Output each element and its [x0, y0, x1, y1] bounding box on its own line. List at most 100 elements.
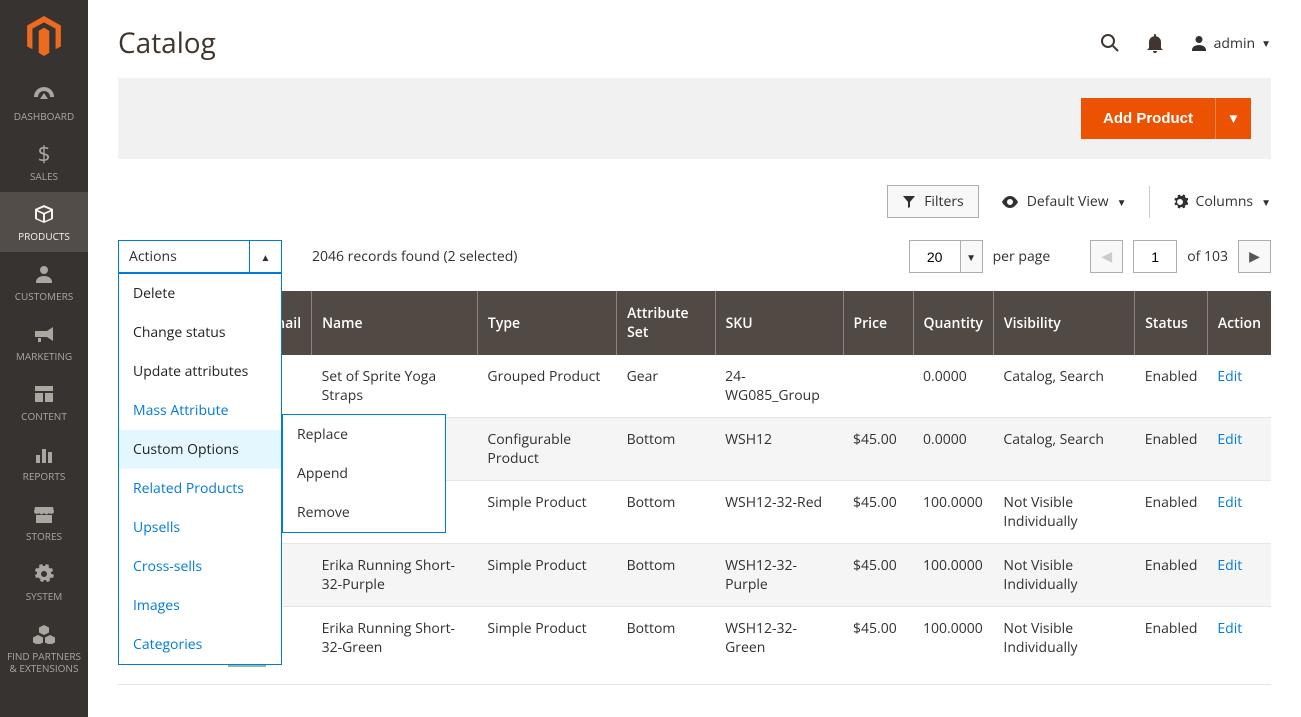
action-mass-attribute[interactable]: Mass Attribute	[119, 391, 281, 430]
cell-qty: 100.0000	[913, 481, 993, 544]
table-row[interactable]: 2042Erika Running Short-32-GreenSimple P…	[118, 607, 1271, 685]
nav-products[interactable]: PRODUCTS	[0, 192, 88, 252]
table-row[interactable]: Erika Running Short-32-PurpleSimple Prod…	[118, 544, 1271, 607]
columns-button[interactable]: Columns ▼	[1172, 192, 1272, 211]
cell-visibility: Not Visible Individually	[993, 544, 1134, 607]
nav-dashboard[interactable]: DASHBOARD	[0, 72, 88, 132]
admin-label: admin	[1214, 34, 1255, 53]
nav-label: SALES	[30, 170, 58, 182]
sidebar: DASHBOARD $ SALES PRODUCTS CUSTOMERS MAR…	[0, 0, 88, 717]
cell-type: Simple Product	[477, 607, 616, 685]
nav-label: FIND PARTNERS & EXTENSIONS	[4, 650, 84, 674]
nav-partners[interactable]: FIND PARTNERS & EXTENSIONS	[0, 612, 88, 684]
table-row[interactable]: Set of Sprite Yoga StrapsGrouped Product…	[118, 355, 1271, 418]
nav-label: MARKETING	[16, 350, 72, 362]
edit-link[interactable]: Edit	[1217, 556, 1242, 575]
nav-system[interactable]: SYSTEM	[0, 552, 88, 612]
chevron-down-icon: ▼	[1117, 195, 1127, 209]
nav-label: DASHBOARD	[14, 110, 74, 122]
pager: ▼ per page ◀ of 103 ▶	[909, 240, 1271, 273]
col-type[interactable]: Type	[477, 291, 616, 355]
nav-label: PRODUCTS	[18, 230, 70, 242]
page-of-label: of 103	[1187, 247, 1228, 266]
controls-row: Actions ▲ Delete Change status Update at…	[118, 240, 1271, 273]
nav-marketing[interactable]: MARKETING	[0, 312, 88, 372]
col-price[interactable]: Price	[843, 291, 913, 355]
action-custom-options[interactable]: Custom Options	[119, 430, 281, 469]
col-qty[interactable]: Quantity	[913, 291, 993, 355]
filters-label: Filters	[924, 192, 964, 211]
bars-icon	[34, 442, 54, 466]
nav-stores[interactable]: STORES	[0, 492, 88, 552]
cell-attrset: Bottom	[617, 607, 716, 685]
toolbar: Filters Default View ▼ Columns ▼	[118, 185, 1271, 218]
add-product-button[interactable]: Add Product	[1081, 98, 1215, 139]
cell-sku: WSH12-32-Purple	[715, 544, 843, 607]
cell-status: Enabled	[1135, 544, 1208, 607]
actions-menu: Delete Change status Update attributes M…	[118, 273, 282, 665]
separator	[1149, 186, 1150, 218]
edit-link[interactable]: Edit	[1217, 367, 1242, 386]
filters-button[interactable]: Filters	[887, 185, 979, 218]
prev-page-button[interactable]: ◀	[1090, 240, 1123, 273]
col-action[interactable]: Action	[1207, 291, 1271, 355]
action-categories[interactable]: Categories	[119, 625, 281, 664]
cell-status: Enabled	[1135, 607, 1208, 685]
bell-icon[interactable]	[1146, 33, 1164, 53]
col-visibility[interactable]: Visibility	[993, 291, 1134, 355]
cube-icon	[34, 202, 54, 226]
col-status[interactable]: Status	[1135, 291, 1208, 355]
cell-visibility: Not Visible Individually	[993, 607, 1134, 685]
edit-link[interactable]: Edit	[1217, 619, 1242, 638]
submenu-append[interactable]: Append	[283, 454, 445, 493]
action-images[interactable]: Images	[119, 586, 281, 625]
nav-content[interactable]: CONTENT	[0, 372, 88, 432]
storefront-icon	[33, 502, 55, 526]
default-view-button[interactable]: Default View ▼	[1001, 192, 1127, 211]
page-size-input[interactable]	[909, 240, 961, 273]
action-upsells[interactable]: Upsells	[119, 508, 281, 547]
add-product-toggle[interactable]: ▼	[1215, 98, 1251, 139]
action-delete[interactable]: Delete	[119, 274, 281, 313]
edit-link[interactable]: Edit	[1217, 430, 1242, 449]
action-update-attributes[interactable]: Update attributes	[119, 352, 281, 391]
cell-price	[843, 355, 913, 418]
nav-customers[interactable]: CUSTOMERS	[0, 252, 88, 312]
cell-sku: WSH12-32-Green	[715, 607, 843, 685]
boxes-icon	[33, 622, 55, 646]
cell-visibility: Catalog, Search	[993, 418, 1134, 481]
eye-icon	[1001, 196, 1019, 208]
submenu-replace[interactable]: Replace	[283, 415, 445, 454]
chevron-down-icon: ▼	[1261, 195, 1271, 209]
main: Catalog admin ▼ Add Product ▼ Filters	[88, 0, 1301, 717]
cell-type: Grouped Product	[477, 355, 616, 418]
nav-label: CUSTOMERS	[15, 290, 74, 302]
megaphone-icon	[33, 322, 55, 346]
layout-icon	[34, 382, 54, 406]
funnel-icon	[902, 195, 916, 209]
admin-user[interactable]: admin ▼	[1190, 34, 1271, 53]
action-change-status[interactable]: Change status	[119, 313, 281, 352]
cell-attrset: Bottom	[617, 544, 716, 607]
actions-button[interactable]: Actions ▲	[118, 240, 282, 273]
nav-reports[interactable]: REPORTS	[0, 432, 88, 492]
add-product-button-group: Add Product ▼	[1081, 98, 1251, 139]
action-related-products[interactable]: Related Products	[119, 469, 281, 508]
action-cross-sells[interactable]: Cross-sells	[119, 547, 281, 586]
col-sku[interactable]: SKU	[715, 291, 843, 355]
logo[interactable]	[0, 0, 88, 72]
col-name[interactable]: Name	[312, 291, 478, 355]
next-page-button[interactable]: ▶	[1238, 240, 1271, 273]
col-attrset[interactable]: Attribute Set	[617, 291, 716, 355]
nav-sales[interactable]: $ SALES	[0, 132, 88, 192]
actions-dropdown: Actions ▲ Delete Change status Update at…	[118, 240, 282, 273]
search-icon[interactable]	[1100, 33, 1120, 53]
submenu-remove[interactable]: Remove	[283, 493, 445, 532]
cell-qty: 0.0000	[913, 355, 993, 418]
cell-attrset: Bottom	[617, 481, 716, 544]
page-size-toggle[interactable]: ▼	[961, 240, 983, 273]
current-page-input[interactable]	[1133, 240, 1177, 273]
nav-label: STORES	[26, 530, 62, 542]
action-bar: Add Product ▼	[118, 78, 1271, 159]
edit-link[interactable]: Edit	[1217, 493, 1242, 512]
